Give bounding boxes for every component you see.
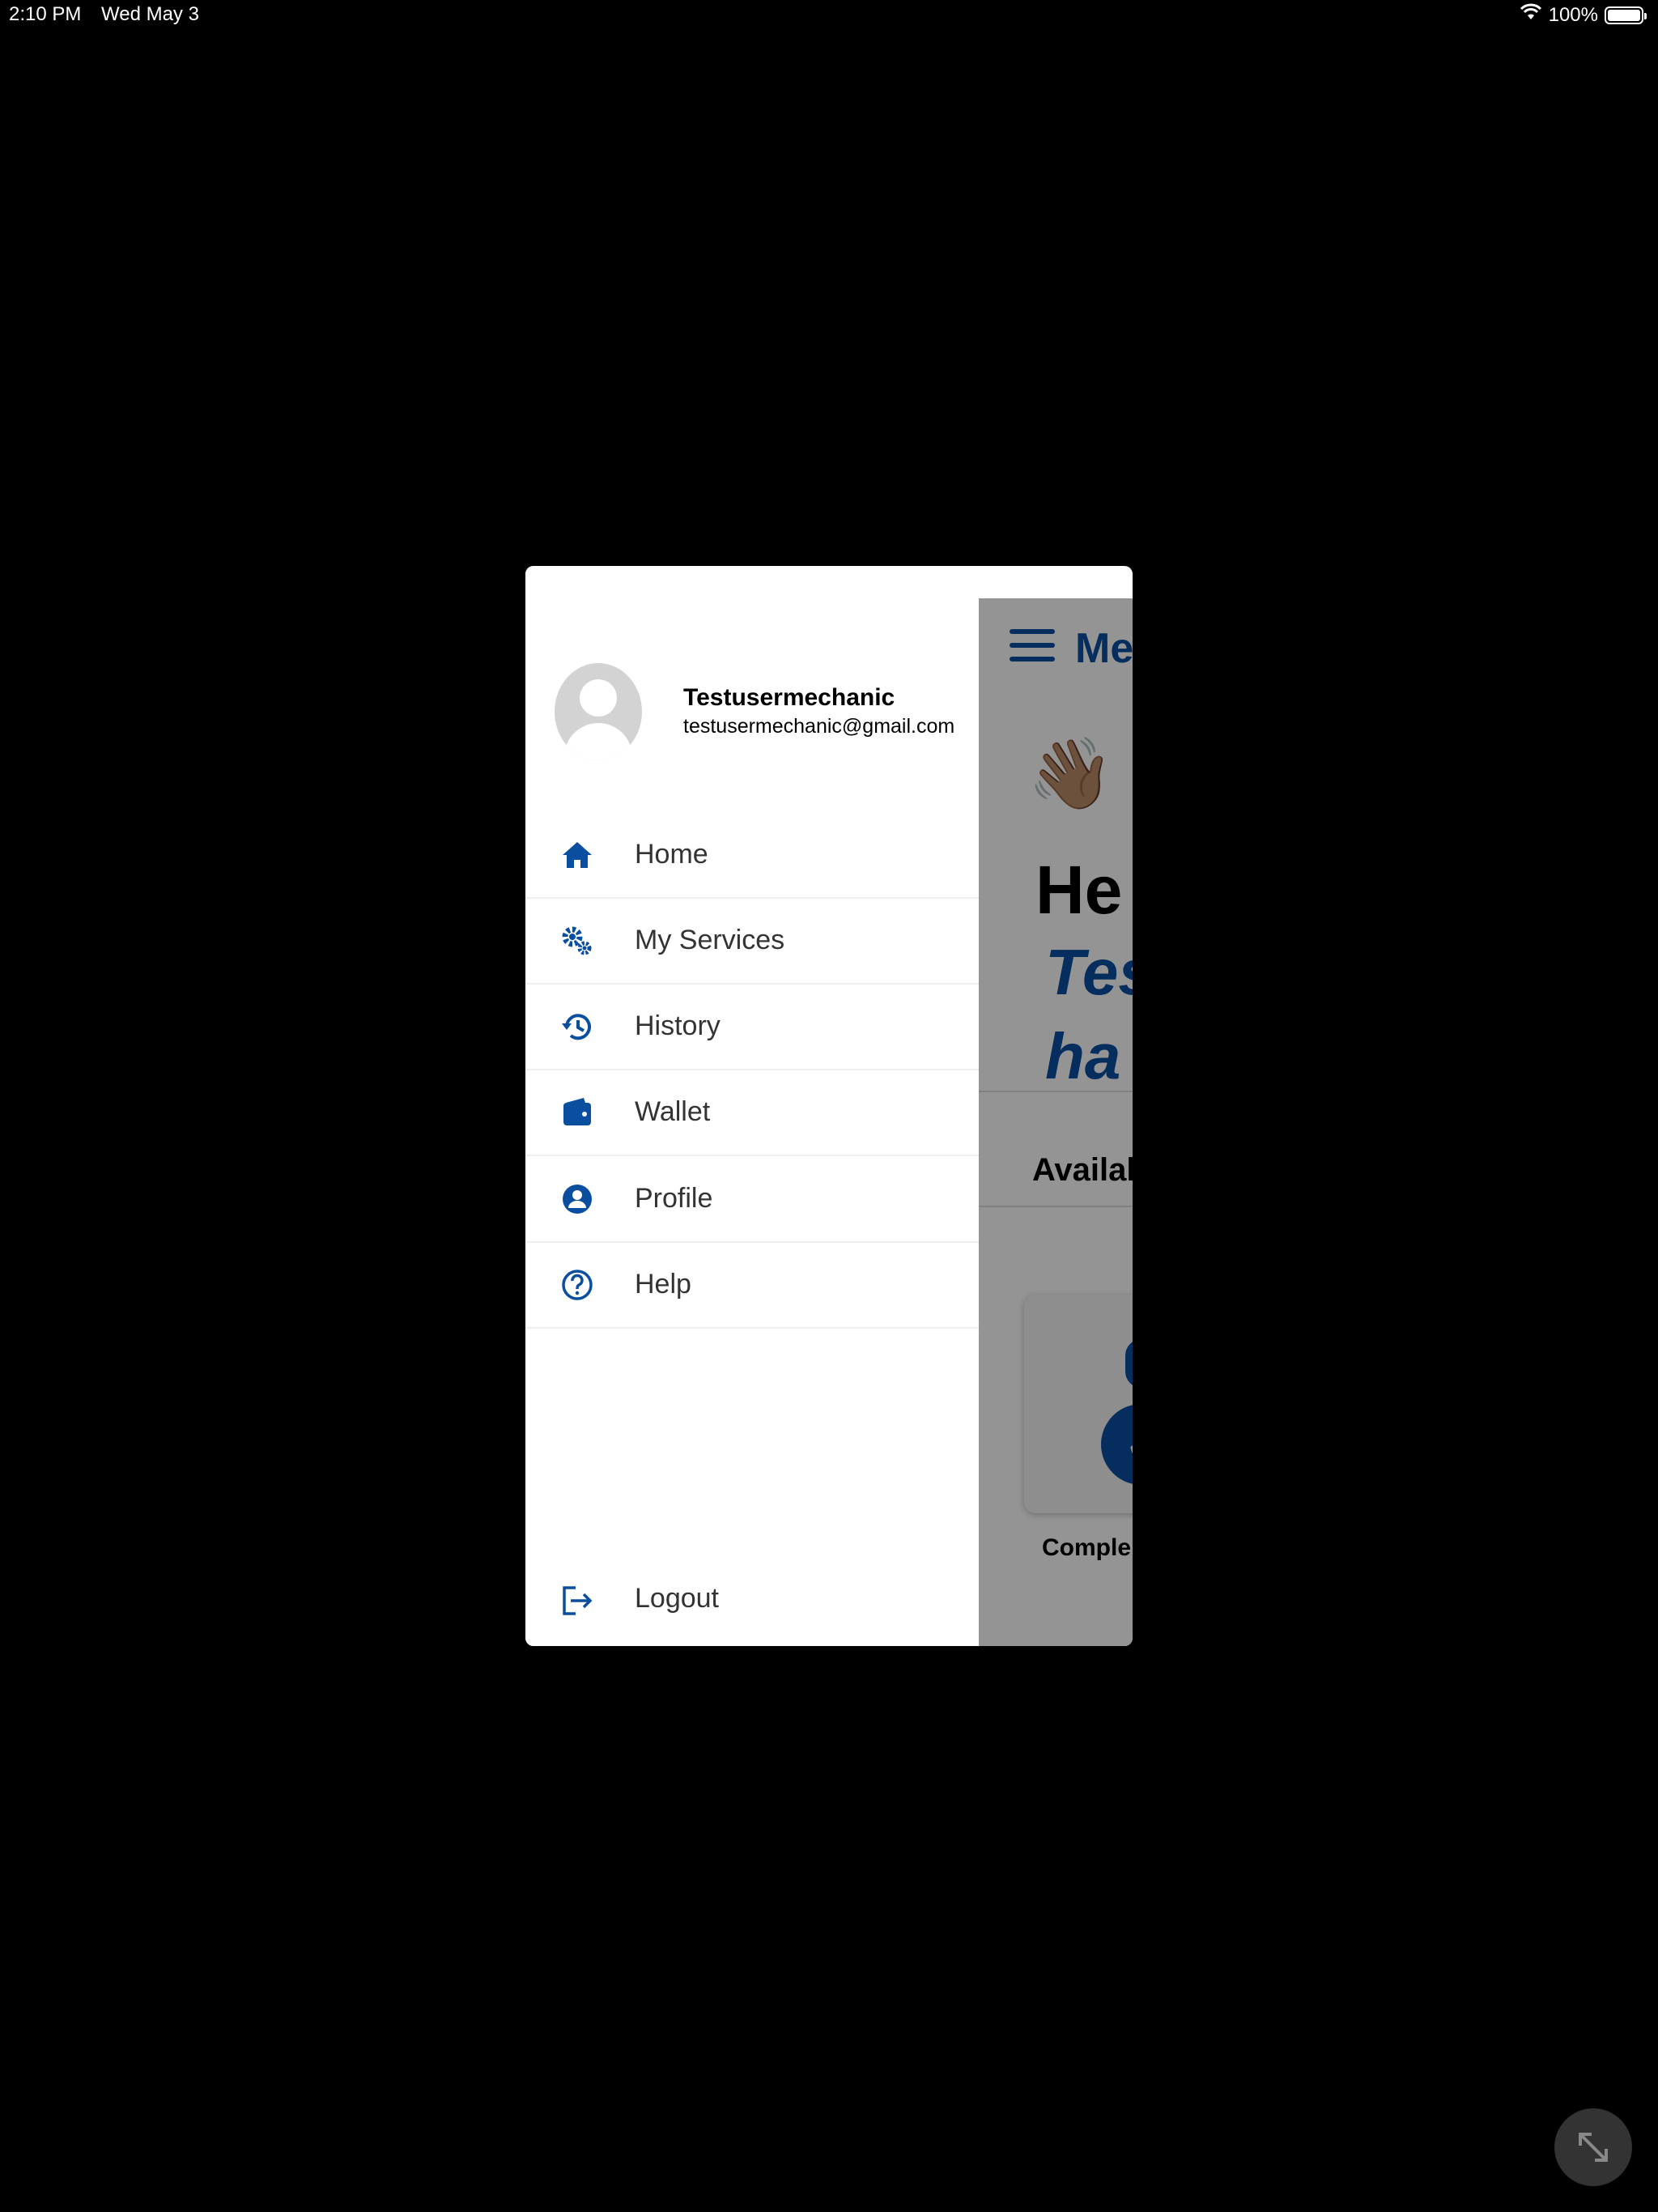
logout-icon [559,1583,595,1619]
navigation-drawer: Testusermechanic testusermechanic@gmail.… [525,566,979,1646]
menu-item-history[interactable]: History [525,985,979,1070]
menu-item-wallet[interactable]: Wallet [525,1070,979,1156]
logout-label: Logout [635,1583,719,1614]
app-window: Me 👋🏽 He Tes ha Availal ✓ Comple Testuse… [525,566,1133,1646]
status-bar: 2:10 PM Wed May 3 100% [0,0,1658,32]
status-indicators: 100% [1520,3,1647,27]
expand-button[interactable] [1554,2108,1632,2186]
battery-percentage: 100% [1548,3,1598,26]
home-icon [559,837,595,873]
expand-icon [1579,2133,1608,2162]
menu-item-label: My Services [635,925,785,955]
menu-item-home[interactable]: Home [525,813,979,899]
gears-icon [559,923,595,959]
menu-item-my-services[interactable]: My Services [525,899,979,985]
drawer-scrim[interactable] [979,598,1133,1646]
wallet-icon [559,1095,595,1130]
menu-item-label: Profile [635,1183,713,1214]
status-date: Wed May 3 [101,3,199,25]
history-icon [559,1009,595,1044]
logout-button[interactable]: Logout [525,1573,979,1638]
help-circle-icon [559,1267,595,1303]
status-time: 2:10 PM [9,3,82,25]
menu-item-help[interactable]: Help [525,1243,979,1329]
user-circle-icon [559,1181,595,1217]
menu-item-profile[interactable]: Profile [525,1157,979,1243]
user-name: Testusermechanic [683,684,895,711]
avatar [555,663,642,760]
battery-fill [1608,9,1640,21]
menu-item-label: Wallet [635,1096,711,1127]
menu-item-label: Home [635,839,708,870]
wifi-icon [1520,3,1542,27]
user-email: testusermechanic@gmail.com [683,715,955,738]
battery-icon [1605,6,1647,24]
menu-item-label: Help [635,1269,691,1300]
menu-item-label: History [635,1010,721,1041]
